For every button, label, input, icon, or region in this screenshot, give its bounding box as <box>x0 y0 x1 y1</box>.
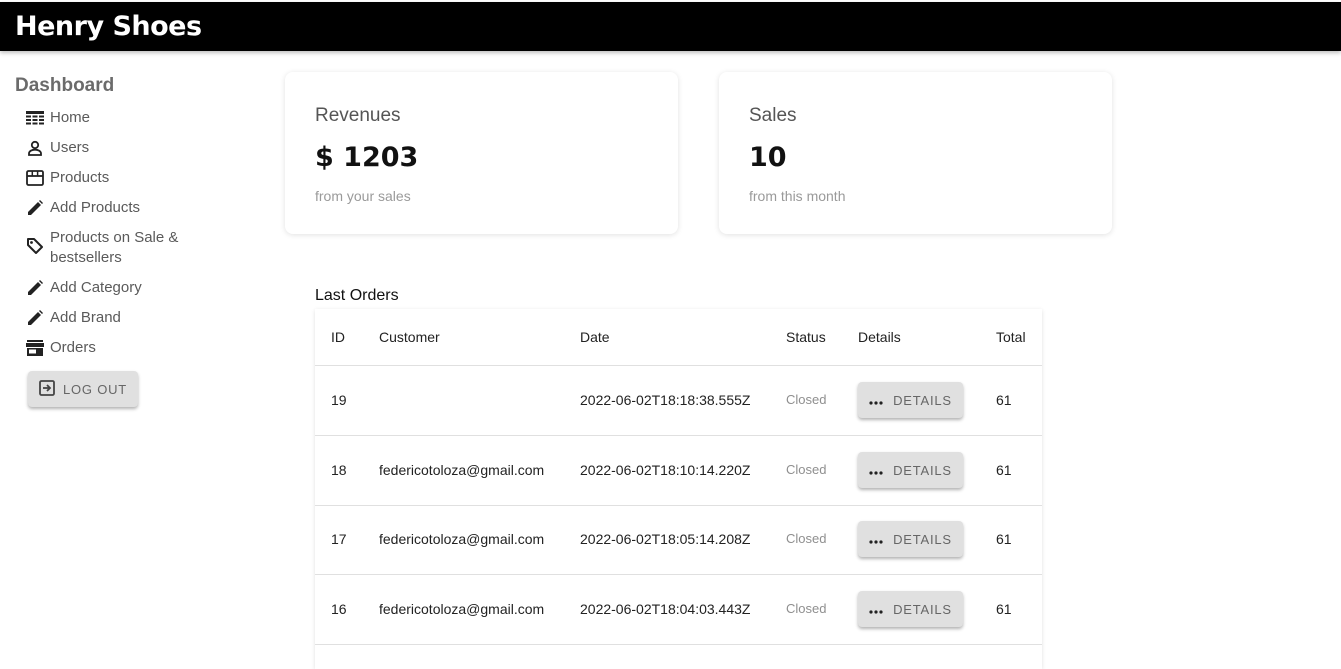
card-title: Sales <box>749 105 797 126</box>
column-header-details[interactable]: Details <box>858 329 901 345</box>
details-label: DETAILS <box>893 531 952 547</box>
more-horizontal-icon <box>869 532 883 547</box>
brand-title: Henry Shoes <box>15 11 202 42</box>
order-customer: federicotoloza@gmail.com <box>379 531 545 547</box>
revenues-card: Revenues $ 1203 from your sales <box>285 72 678 234</box>
card-subtitle: from your sales <box>315 188 411 204</box>
more-horizontal-icon <box>869 602 883 617</box>
details-button[interactable]: DETAILS <box>858 591 963 627</box>
order-id: 17 <box>331 531 347 547</box>
order-total: 61 <box>996 601 1012 617</box>
table-row: 18 federicotoloza@gmail.com 2022-06-02T1… <box>315 436 1042 506</box>
logout-icon <box>39 379 55 399</box>
sidebar-item-add-products[interactable]: Add Products <box>24 198 190 218</box>
sales-card: Sales 10 from this month <box>719 72 1112 234</box>
dashboard-table-icon <box>24 108 46 128</box>
sidebar-item-label: Add Brand <box>50 309 121 326</box>
sidebar-item-home[interactable]: Home <box>24 108 190 128</box>
pencil-icon <box>24 278 46 298</box>
column-header-date[interactable]: Date <box>580 329 610 345</box>
sidebar-item-add-brand[interactable]: Add Brand <box>24 308 190 328</box>
order-customer: federicotoloza@gmail.com <box>379 462 545 478</box>
order-id: 16 <box>331 601 347 617</box>
pencil-icon <box>24 198 46 218</box>
more-horizontal-icon <box>869 463 883 478</box>
sidebar-item-label: Orders <box>50 339 96 356</box>
table-header: ID Customer Date Status Details Total <box>315 309 1042 366</box>
sidebar-item-orders[interactable]: Orders <box>24 338 190 358</box>
order-status: Closed <box>786 392 827 407</box>
sidebar: Dashboard Home Users Products Add Produc… <box>0 51 260 657</box>
sidebar-item-users[interactable]: Users <box>24 138 190 158</box>
order-date: 2022-06-02T18:18:38.555Z <box>580 392 751 408</box>
sidebar-item-label: Users <box>50 139 90 156</box>
details-label: DETAILS <box>893 392 952 408</box>
logout-button[interactable]: LOG OUT <box>28 371 138 407</box>
order-total: 61 <box>996 392 1012 408</box>
details-button[interactable]: DETAILS <box>858 382 963 418</box>
person-icon <box>24 138 46 158</box>
pencil-icon <box>24 308 46 328</box>
sidebar-item-products[interactable]: Products <box>24 168 190 188</box>
details-button[interactable]: DETAILS <box>858 521 963 557</box>
sidebar-item-label: Add Category <box>50 279 142 296</box>
sidebar-title: Dashboard <box>15 75 115 96</box>
order-customer: federicotoloza@gmail.com <box>379 601 545 617</box>
order-status: Closed <box>786 531 827 546</box>
more-horizontal-icon <box>869 393 883 408</box>
details-button[interactable]: DETAILS <box>858 452 963 488</box>
card-value: $ 1203 <box>315 142 419 173</box>
order-date: 2022-06-02T18:10:14.220Z <box>580 462 751 478</box>
orders-table: ID Customer Date Status Details Total 19… <box>315 309 1042 669</box>
storefront-icon <box>24 338 46 358</box>
card-subtitle: from this month <box>749 188 846 204</box>
sidebar-item-label: Home <box>50 109 91 126</box>
details-label: DETAILS <box>893 601 952 617</box>
tag-icon <box>24 236 46 256</box>
card-title: Revenues <box>315 105 401 126</box>
order-date: 2022-06-02T18:04:03.443Z <box>580 601 751 617</box>
top-app-bar: Henry Shoes <box>0 2 1341 51</box>
sidebar-item-label: Products <box>50 169 110 186</box>
table-row: 17 federicotoloza@gmail.com 2022-06-02T1… <box>315 505 1042 575</box>
column-header-total[interactable]: Total <box>996 329 1026 345</box>
order-status: Closed <box>786 601 827 616</box>
table-row: 19 2022-06-02T18:18:38.555Z Closed DETAI… <box>315 366 1042 436</box>
order-id: 19 <box>331 392 347 408</box>
sidebar-item-label: Products on Sale & bestsellers <box>50 229 179 266</box>
order-date: 2022-06-02T18:05:14.208Z <box>580 531 751 547</box>
sidebar-item-products-on-sale[interactable]: Products on Sale & bestsellers <box>24 228 190 268</box>
table-row: 16 federicotoloza@gmail.com 2022-06-02T1… <box>315 575 1042 645</box>
logout-label: LOG OUT <box>62 381 128 397</box>
column-header-status[interactable]: Status <box>786 329 826 345</box>
order-total: 61 <box>996 531 1012 547</box>
orders-section-title: Last Orders <box>315 287 399 304</box>
sidebar-item-label: Add Products <box>50 199 141 216</box>
store-icon <box>24 168 46 188</box>
column-header-customer[interactable]: Customer <box>379 329 440 345</box>
column-header-id[interactable]: ID <box>331 329 345 345</box>
sidebar-item-add-category[interactable]: Add Category <box>24 278 190 298</box>
card-value: 10 <box>749 142 787 173</box>
order-status: Closed <box>786 462 827 477</box>
order-total: 61 <box>996 462 1012 478</box>
order-id: 18 <box>331 462 347 478</box>
details-label: DETAILS <box>893 462 952 478</box>
